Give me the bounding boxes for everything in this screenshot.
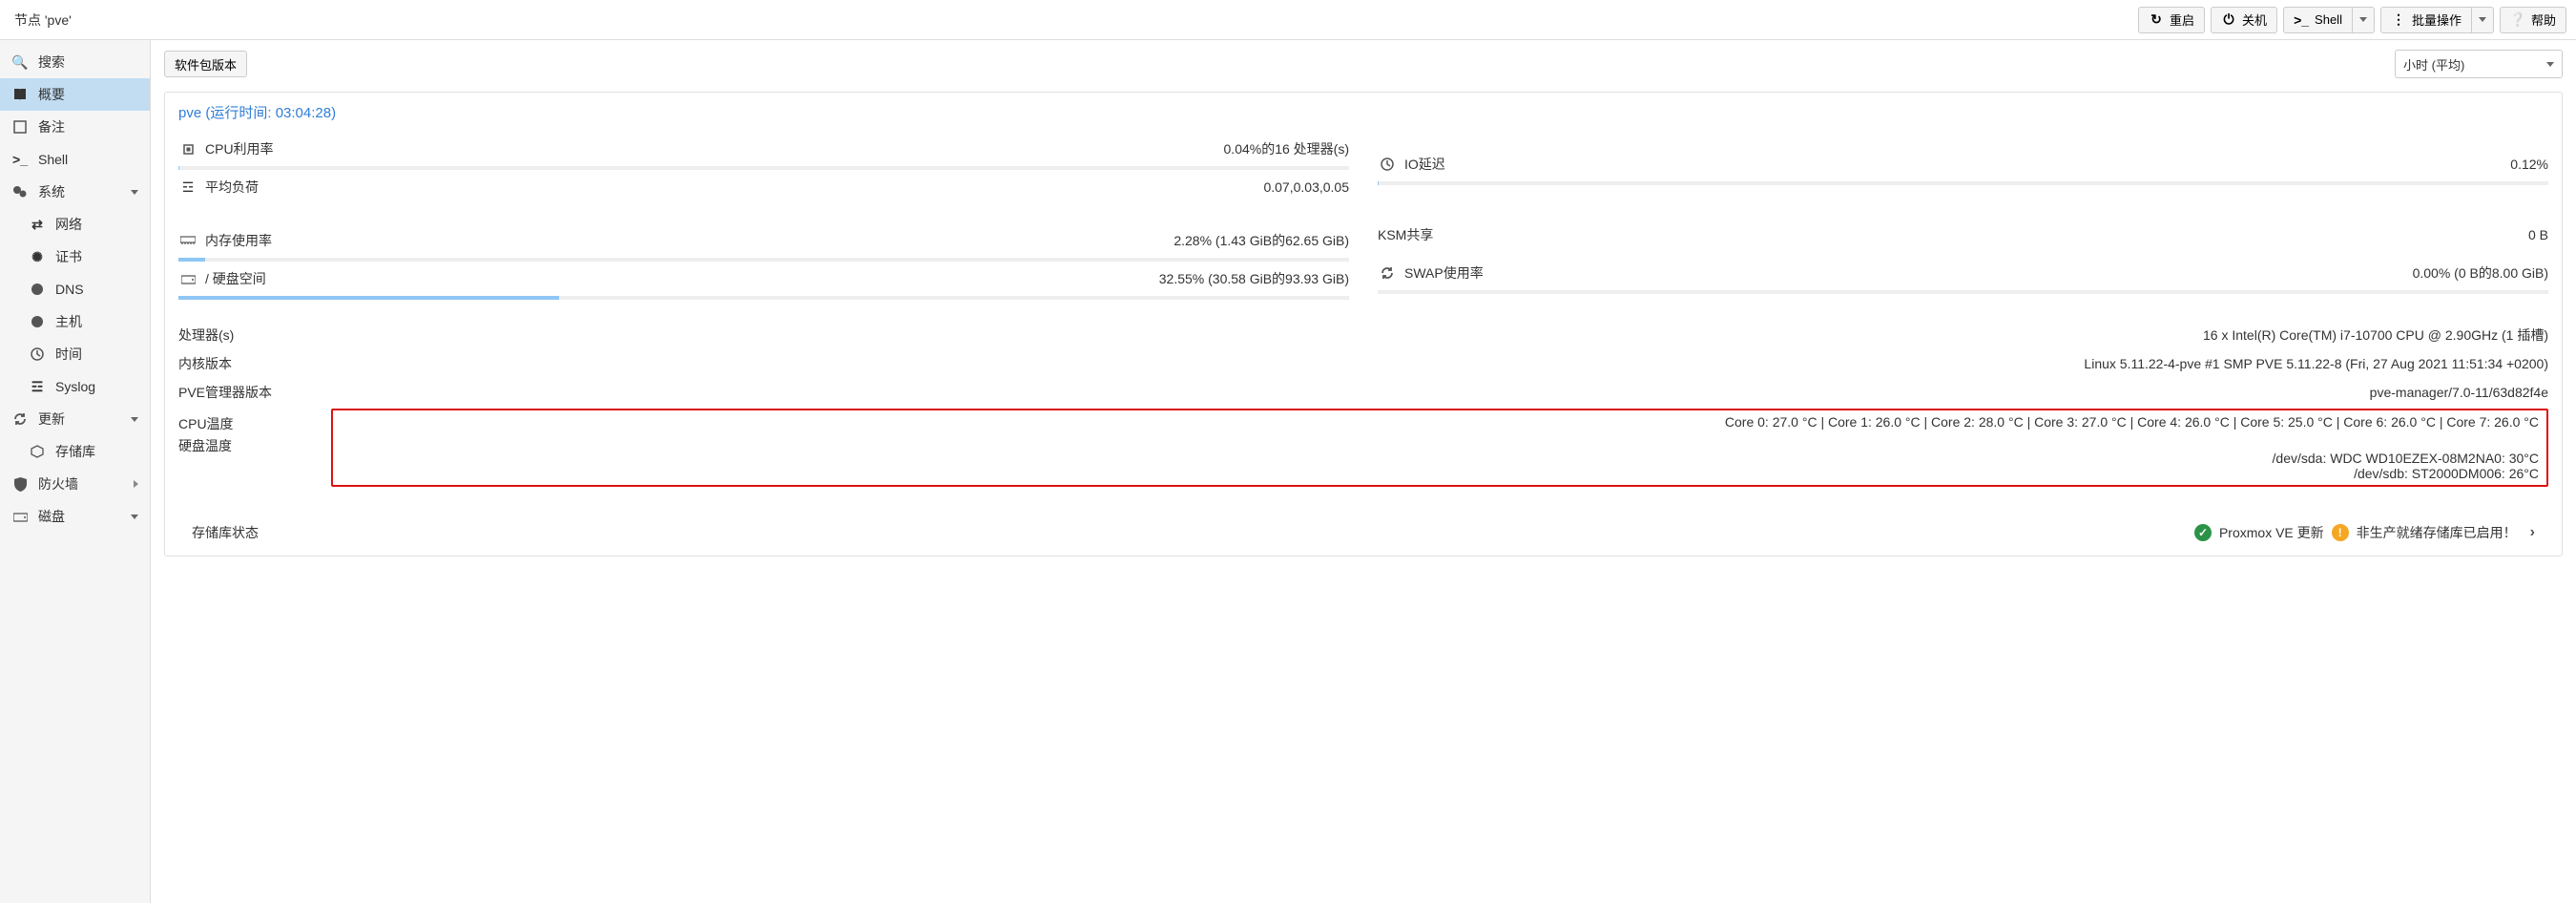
nav-repos[interactable]: 存储库 [0,435,150,468]
shell-button[interactable]: >_Shell [2283,7,2353,33]
chevron-down-icon [2546,62,2554,67]
summary-panel: pve (运行时间: 03:04:28) CPU利用率 0.04%的16 处理器… [164,92,2563,556]
notes-icon [11,119,29,135]
help-button[interactable]: ❔帮助 [2500,7,2566,33]
metric-memory: 内存使用率 2.28% (1.43 GiB的62.65 GiB) [178,223,1349,258]
reboot-button[interactable]: ↻重启 [2138,7,2205,33]
chevron-down-icon [131,417,138,422]
repo-status: 存储库状态 ✓ Proxmox VE 更新 ! 非生产就绪存储库已启用！ › [178,517,2548,542]
reboot-icon: ↻ [2149,12,2164,28]
nav-syslog[interactable]: ☲Syslog [0,370,150,403]
warning-icon: ! [2332,524,2349,541]
memory-icon [178,236,197,245]
bulk-icon: ⋮ [2391,12,2406,28]
globe-icon [29,314,46,329]
info-kernel: 内核版本Linux 5.11.22-4-pve #1 SMP PVE 5.11.… [178,349,2548,378]
timerange-select[interactable]: 小时 (平均) [2395,50,2563,78]
chevron-down-icon [2359,17,2367,22]
chevron-right-icon [134,480,138,488]
list-icon: ☲ [29,379,46,394]
disk-icon [11,509,29,524]
swap-progress [1378,290,2548,294]
hd-progress [178,296,1349,300]
hdd-icon [178,273,197,284]
chevron-down-icon [2479,17,2486,22]
nav-system[interactable]: 系统 [0,176,150,208]
network-icon: ⇄ [29,217,46,232]
cert-icon: ✺ [29,249,46,264]
gears-icon [11,184,29,200]
nav-hosts[interactable]: 主机 [0,305,150,338]
shell-dropdown-button[interactable] [2353,7,2375,33]
cpu-icon [178,142,197,157]
metric-swap: SWAP使用率 0.00% (0 B的8.00 GiB) [1378,256,2548,290]
temp-highlight-box: Core 0: 27.0 °C | Core 1: 26.0 °C | Core… [331,409,2548,487]
info-cpu: 处理器(s)16 x Intel(R) Core(TM) i7-10700 CP… [178,321,2548,349]
nav-updates[interactable]: 更新 [0,403,150,435]
nav-search[interactable]: 🔍搜索 [0,46,150,78]
help-icon: ❔ [2510,12,2525,28]
info-cpu-temp: CPU温度 Core 0: 27.0 °C | Core 1: 26.0 °C … [178,407,2548,489]
bulk-button[interactable]: ⋮批量操作 [2380,7,2472,33]
metric-cpu: CPU利用率 0.04%的16 处理器(s) [178,132,1349,166]
chevron-down-icon [131,190,138,195]
terminal-icon: >_ [11,152,29,167]
metric-hd: / 硬盘空间 32.55% (30.58 GiB的93.93 GiB) [178,262,1349,296]
nav-dns[interactable]: DNS [0,273,150,305]
nav-disks[interactable]: 磁盘 [0,500,150,533]
chevron-right-icon[interactable]: › [2530,524,2535,541]
nav-shell[interactable]: >_Shell [0,143,150,176]
node-title: 节点 'pve' [10,10,2132,30]
tasks-icon: ☲ [178,179,197,196]
bulk-dropdown-button[interactable] [2472,7,2494,33]
nav-summary[interactable]: 概要 [0,78,150,111]
info-pve-version: PVE管理器版本pve-manager/7.0-11/63d82f4e [178,378,2548,407]
metric-load: ☲平均负荷 0.07,0.03,0.05 [178,170,1349,204]
globe-icon [29,282,46,297]
shutdown-button[interactable]: ⏻关机 [2211,7,2277,33]
nav-notes[interactable]: 备注 [0,111,150,143]
book-icon [11,87,29,102]
check-icon: ✓ [2194,524,2212,541]
clock-icon [1378,158,1397,171]
sidebar: 🔍搜索 概要 备注 >_Shell 系统 ⇄网络 ✺证书 DNS 主机 时间 ☲… [0,40,151,903]
clock-icon [29,346,46,362]
nav-time[interactable]: 时间 [0,338,150,370]
panel-title: pve (运行时间: 03:04:28) [165,93,2562,132]
nav-certs[interactable]: ✺证书 [0,241,150,273]
metric-ksm: KSM共享 0 B [1378,218,2548,252]
shield-icon [11,476,29,492]
search-icon: 🔍 [11,54,29,70]
power-icon: ⏻ [2221,12,2236,28]
box-icon [29,444,46,459]
swap-icon [1378,266,1397,280]
metric-io: IO延迟 0.12% [1378,147,2548,181]
terminal-icon: >_ [2294,12,2309,28]
content-area: 软件包版本 小时 (平均) pve (运行时间: 03:04:28) CPU利用… [151,40,2576,903]
nav-firewall[interactable]: 防火墙 [0,468,150,500]
package-versions-button[interactable]: 软件包版本 [164,51,247,77]
refresh-icon [11,411,29,427]
top-toolbar: 节点 'pve' ↻重启 ⏻关机 >_Shell ⋮批量操作 ❔帮助 [0,0,2576,40]
nav-network[interactable]: ⇄网络 [0,208,150,241]
chevron-down-icon [131,514,138,519]
